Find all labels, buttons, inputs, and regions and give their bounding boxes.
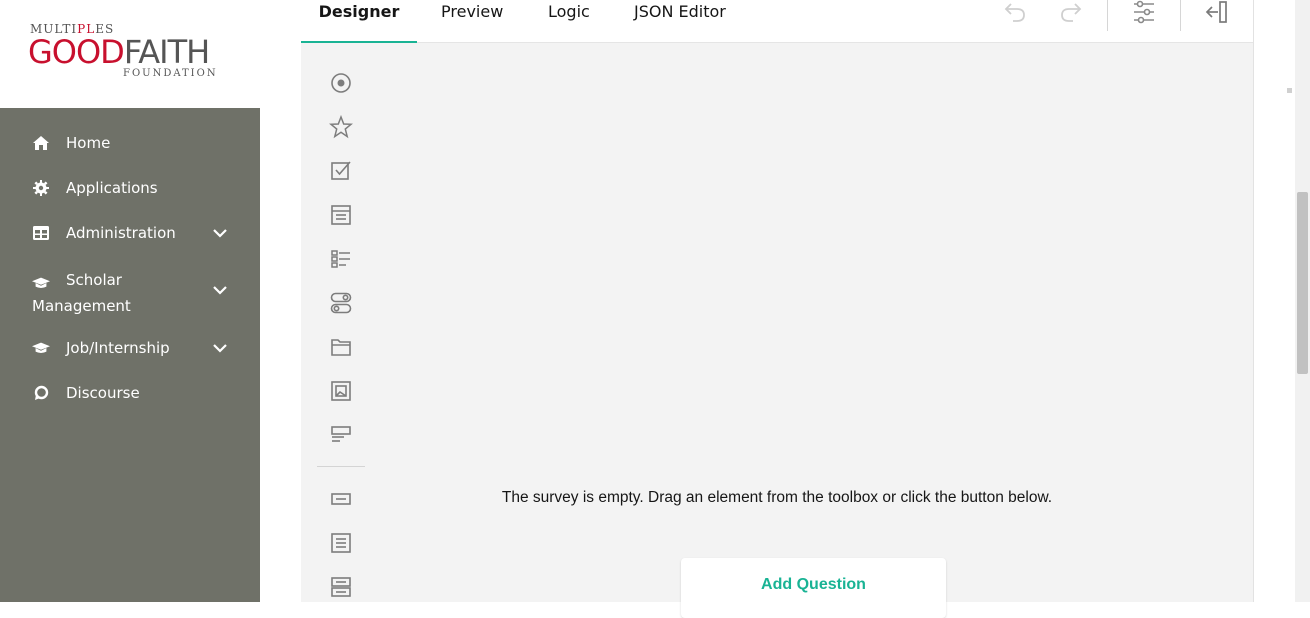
toolbar-divider xyxy=(1107,0,1108,31)
sidebar-item-label: Job/Internship xyxy=(66,338,170,357)
graduation-cap-icon xyxy=(32,274,50,292)
empty-survey-message: The survey is empty. Drag an element fro… xyxy=(501,489,1053,506)
sidebar-item-applications[interactable]: Applications xyxy=(0,165,260,210)
scrollbar-thumb[interactable] xyxy=(1297,192,1308,374)
chevron-down-icon[interactable] xyxy=(212,340,228,356)
dropdown-icon[interactable] xyxy=(329,203,353,227)
sidebar-item-discourse[interactable]: Discourse xyxy=(0,370,260,415)
designer-surface: The survey is empty. Drag an element fro… xyxy=(301,43,1292,618)
ranking-icon[interactable] xyxy=(329,247,353,271)
sidebar-item-job-internship[interactable]: Job/Internship xyxy=(0,325,260,370)
multiple-text-icon[interactable] xyxy=(329,575,353,599)
graduation-cap-icon xyxy=(32,339,50,357)
tab-preview[interactable]: Preview xyxy=(441,0,503,43)
table-icon xyxy=(32,224,50,242)
logo-foundation-text: FOUNDATION xyxy=(123,68,218,79)
checkbox-icon[interactable] xyxy=(329,159,353,183)
file-icon[interactable] xyxy=(329,335,353,359)
toolbar-divider xyxy=(1180,0,1181,31)
redo-icon[interactable] xyxy=(1059,0,1083,24)
sidebar-item-administration[interactable]: Administration xyxy=(0,210,260,255)
boolean-icon[interactable] xyxy=(329,291,353,315)
page-scrollbar[interactable] xyxy=(1295,0,1310,602)
rating-icon[interactable] xyxy=(329,115,353,139)
chevron-down-icon[interactable] xyxy=(212,225,228,241)
tab-json-editor[interactable]: JSON Editor xyxy=(634,0,726,43)
logo-area: MULTIPLES GOODFAITH FOUNDATION xyxy=(0,0,260,108)
chat-icon xyxy=(32,384,50,402)
sidebar-item-scholar-management[interactable]: Scholar Management xyxy=(0,255,260,325)
chevron-down-icon[interactable] xyxy=(212,282,228,298)
designer-border xyxy=(1253,0,1254,602)
sidebar-item-label: Applications xyxy=(66,178,158,197)
logo-goodfaith-text: GOODFAITH xyxy=(28,33,210,71)
sidebar-item-label: Home xyxy=(66,133,111,152)
add-question-button[interactable]: Add Question xyxy=(681,558,946,618)
tagbox-icon[interactable] xyxy=(329,423,353,447)
sidebar-item-label: Administration xyxy=(66,223,176,242)
comment-icon[interactable] xyxy=(329,531,353,555)
survey-creator: Designer Preview Logic JSON Editor The s… xyxy=(260,0,1310,618)
sidebar-item-label: Scholar Management xyxy=(32,271,131,315)
tab-logic[interactable]: Logic xyxy=(548,0,590,43)
radiogroup-icon[interactable] xyxy=(329,71,353,95)
home-icon xyxy=(32,134,50,152)
creator-tab-bar: Designer Preview Logic JSON Editor xyxy=(301,0,1253,43)
tab-designer[interactable]: Designer xyxy=(301,0,417,43)
undo-icon[interactable] xyxy=(1003,0,1027,24)
sidebar-item-label: Discourse xyxy=(66,383,140,402)
logo[interactable]: MULTIPLES GOODFAITH FOUNDATION xyxy=(28,22,238,84)
sidebar-nav: Home Applications Administration Scholar… xyxy=(0,120,260,415)
sidebar-item-home[interactable]: Home xyxy=(0,120,260,165)
sidebar: MULTIPLES GOODFAITH FOUNDATION Home Appl… xyxy=(0,0,260,602)
collapse-panel-icon[interactable] xyxy=(1205,0,1229,24)
settings-sliders-icon[interactable] xyxy=(1132,0,1156,24)
toolbox-separator xyxy=(317,466,365,467)
imagepicker-icon[interactable] xyxy=(329,379,353,403)
gear-icon xyxy=(32,179,50,197)
scroll-arrow-up[interactable] xyxy=(1287,88,1292,93)
